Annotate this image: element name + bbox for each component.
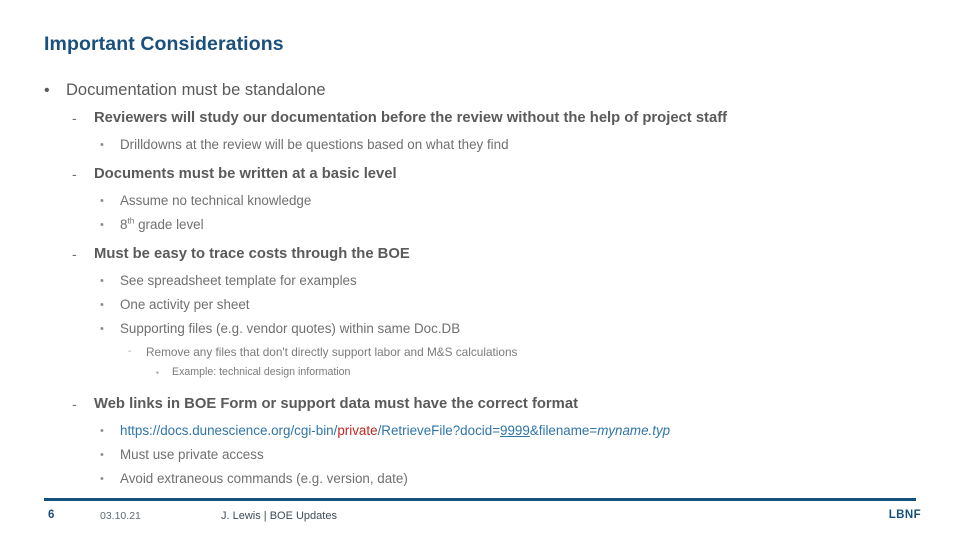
list-item-label: Remove any files that don't directly sup… [146, 345, 518, 359]
dash-icon: - [72, 110, 77, 126]
footer-date: 03.10.21 [100, 510, 141, 522]
list-item-level3-no-technical: • Assume no technical knowledge [44, 192, 924, 210]
square-bullet-icon: ▪ [156, 368, 159, 377]
bullet-round-icon: • [100, 139, 104, 151]
list-item-label: Reviewers will study our documentation b… [94, 110, 728, 126]
brand-logo-lbnf: LBNF [888, 509, 921, 521]
bullet-round-icon: • [100, 195, 104, 207]
dash-icon: - [72, 396, 77, 412]
list-item-label: One activity per sheet [120, 297, 250, 312]
list-item-level2-reviewers: - Reviewers will study our documentation… [44, 109, 924, 128]
list-item-level3-one-activity: • One activity per sheet [44, 296, 924, 314]
list-item-level2-trace-costs: - Must be easy to trace costs through th… [44, 245, 924, 264]
list-item-label: Assume no technical knowledge [120, 193, 312, 208]
bullet-round-icon[interactable]: • [100, 422, 120, 440]
list-item-level3-supporting-files: • Supporting files (e.g. vendor quotes) … [44, 320, 924, 338]
list-item-label: Web links in BOE Form or support data mu… [94, 396, 578, 412]
bullet-round-icon: • [100, 449, 104, 461]
list-item-label: Supporting files (e.g. vendor quotes) wi… [120, 321, 461, 336]
list-item-label: Documentation must be standalone [66, 81, 326, 99]
url-example-link[interactable]: https://docs.dunescience.org/cgi-bin/pri… [120, 422, 924, 440]
list-item-level2-web-links: - Web links in BOE Form or support data … [44, 395, 924, 414]
page-number: 6 [48, 509, 55, 521]
list-item-level3-url-example: • https://docs.dunescience.org/cgi-bin/p… [44, 422, 924, 440]
list-item-level2-basic-level: - Documents must be written at a basic l… [44, 165, 924, 184]
dash-icon: - [72, 166, 77, 182]
bullet-round-icon: • [100, 219, 104, 231]
footer-credit: J. Lewis | BOE Updates [221, 510, 337, 522]
bullet-round-icon: • [100, 323, 104, 335]
list-item-label: Must be easy to trace costs through the … [94, 246, 410, 262]
url-path: RetrieveFile?docid= [381, 423, 501, 438]
url-query: &filename= [529, 423, 598, 438]
grade-rest: grade level [134, 217, 204, 232]
list-item-label: Must use private access [120, 447, 264, 462]
bullet-round-icon: • [100, 299, 104, 311]
list-item-label: Drilldowns at the review will be questio… [120, 137, 509, 152]
list-item-label: Example: technical design information [172, 366, 351, 378]
slide: Important Considerations • Documentation… [0, 0, 960, 540]
list-item-level5-example: ▪ Example: technical design information [44, 365, 924, 380]
list-item-label: Documents must be written at a basic lev… [94, 166, 397, 182]
list-item-level3-drilldowns: • Drilldowns at the review will be quest… [44, 136, 924, 154]
list-item-level3-grade-level: • 8th grade level [44, 216, 924, 234]
list-item-level3-must-private: • Must use private access [44, 446, 924, 464]
url-filename: myname.typ [597, 423, 671, 438]
list-item-label: See spreadsheet template for examples [120, 273, 357, 288]
list-item-level3-avoid-extraneous: • Avoid extraneous commands (e.g. versio… [44, 470, 924, 488]
list-item-level3-spreadsheet: • See spreadsheet template for examples [44, 272, 924, 290]
url-base: https://docs.dunescience.org/cgi-bin/ [120, 423, 338, 438]
footer-divider [44, 498, 916, 501]
list-item-label: Avoid extraneous commands (e.g. version,… [120, 471, 408, 486]
small-dash-icon: - [128, 346, 132, 357]
bullet-round-icon: • [44, 82, 50, 99]
page-title: Important Considerations [44, 33, 284, 55]
list-item-level1: • Documentation must be standalone [44, 80, 924, 100]
bullet-round-icon: • [100, 473, 104, 485]
list-item-label: 8th grade level [120, 216, 924, 234]
footer: 6 03.10.21 J. Lewis | BOE Updates LBNF [0, 509, 960, 529]
url-docid: 9999 [500, 423, 530, 438]
outline-body: • Documentation must be standalone - Rev… [44, 80, 924, 494]
bullet-round-icon: • [100, 275, 104, 287]
list-item-level4-remove-files: - Remove any files that don't directly s… [44, 344, 924, 360]
dash-icon: - [72, 246, 77, 262]
url-private-segment: private [337, 423, 378, 438]
